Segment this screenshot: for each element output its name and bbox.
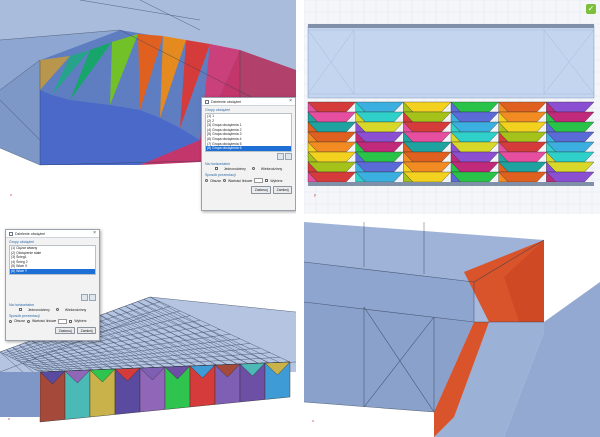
dialog-title: Dzielenie obciążeń [15,231,46,236]
apply-button[interactable]: Zastosuj [251,186,272,194]
load-group-item[interactable]: (6) Wiatr Y [10,268,95,274]
axis-icon: y [314,192,316,197]
load-group-item[interactable]: (8) Grupa obciążenia 6 [206,146,291,151]
axis-icon: z [8,416,10,421]
grid-icon[interactable] [277,152,284,160]
model-view-closeup [304,222,600,437]
view-area-label: Obszar [14,319,25,324]
option-a-label: Jednorodzinny [27,307,50,312]
load-groups-list[interactable]: (1) Ciężar własny (2) Obciążenie stałe (3)… [9,245,96,275]
select-label: Wybierz [270,178,283,183]
close-icon[interactable]: × [289,99,292,104]
value-input[interactable] [254,177,264,184]
axis-icon: z [10,192,12,197]
option-b-label: Wielorodzinny [64,307,87,312]
orientation-label: Na horizontalne [205,161,231,166]
viewport-splitter-horizontal [0,216,600,220]
view-linear-radio[interactable] [26,319,30,323]
close-icon[interactable]: × [93,231,96,236]
grid-icon[interactable] [81,293,88,301]
view-linear-label: Wartości liniowe [227,178,253,183]
list-icon[interactable] [285,152,292,160]
view-label: Sposób prezentacji [205,172,236,177]
select-label: Wybierz [74,319,87,324]
viewport-top-left[interactable]: z Dzielenie obciążeń × Grupy obciążeń (1… [0,0,296,214]
groups-label: Grupy obciążeń [9,240,35,244]
view-label: Sposób prezentacji [9,313,40,318]
axis-label-z-2: z [8,416,10,421]
view-area-radio[interactable] [205,179,208,183]
apply-button[interactable]: Zastosuj [55,327,76,335]
option-a-checkbox[interactable] [18,308,22,312]
select-checkbox[interactable] [265,179,269,183]
list-tools [9,293,96,301]
list-icon[interactable] [89,293,96,301]
model-view-plan [304,0,600,214]
view-linear-label: Wartości liniowe [31,319,57,324]
option-b-radio[interactable] [251,167,255,171]
list-tools [205,152,292,160]
axis-label-x: x [312,418,314,423]
select-checkbox[interactable] [69,319,73,323]
colored-panels [307,101,595,183]
dialog-title: Dzielenie obciążeń [211,99,242,104]
dialog-titlebar[interactable]: Dzielenie obciążeń × [6,230,99,238]
load-distribution-dialog-1[interactable]: Dzielenie obciążeń × Grupy obciążeń (1) … [201,97,296,211]
load-distribution-dialog-2[interactable]: Dzielenie obciążeń × Grupy obciążeń (1) … [5,229,100,341]
close-button[interactable]: Zamknij [273,186,292,194]
axis-label-y: y [314,192,316,197]
axis-label-z: z [10,192,12,197]
viewport-bottom-left[interactable]: z Dzielenie obciążeń × Grupy obciążeń (1… [0,222,296,437]
view-area-label: Obszar [210,178,221,183]
option-b-label: Wielorodzinny [260,166,283,171]
viewport-top-right[interactable]: ✓ y [304,0,600,214]
check-icon[interactable]: ✓ [586,4,596,14]
orientation-label: Na horizontalne [9,302,35,307]
close-button[interactable]: Zamknij [77,327,96,335]
viewport-bottom-right[interactable]: x [304,222,600,437]
window-icon [205,99,209,104]
dialog-titlebar[interactable]: Dzielenie obciążeń × [202,98,295,106]
axis-icon: x [312,418,314,423]
load-groups-list[interactable]: (1) 1 (2) 2 (3) Grupa obciążenia 1 (4) Grup… [205,113,292,152]
window-icon [9,231,13,236]
option-b-radio[interactable] [55,308,59,312]
view-area-radio[interactable] [9,319,12,323]
option-a-checkbox[interactable] [214,167,218,171]
groups-label: Grupy obciążeń [205,108,231,112]
option-a-label: Jednorodzinny [223,166,246,171]
view-linear-radio[interactable] [222,179,226,183]
value-input[interactable] [58,318,68,325]
